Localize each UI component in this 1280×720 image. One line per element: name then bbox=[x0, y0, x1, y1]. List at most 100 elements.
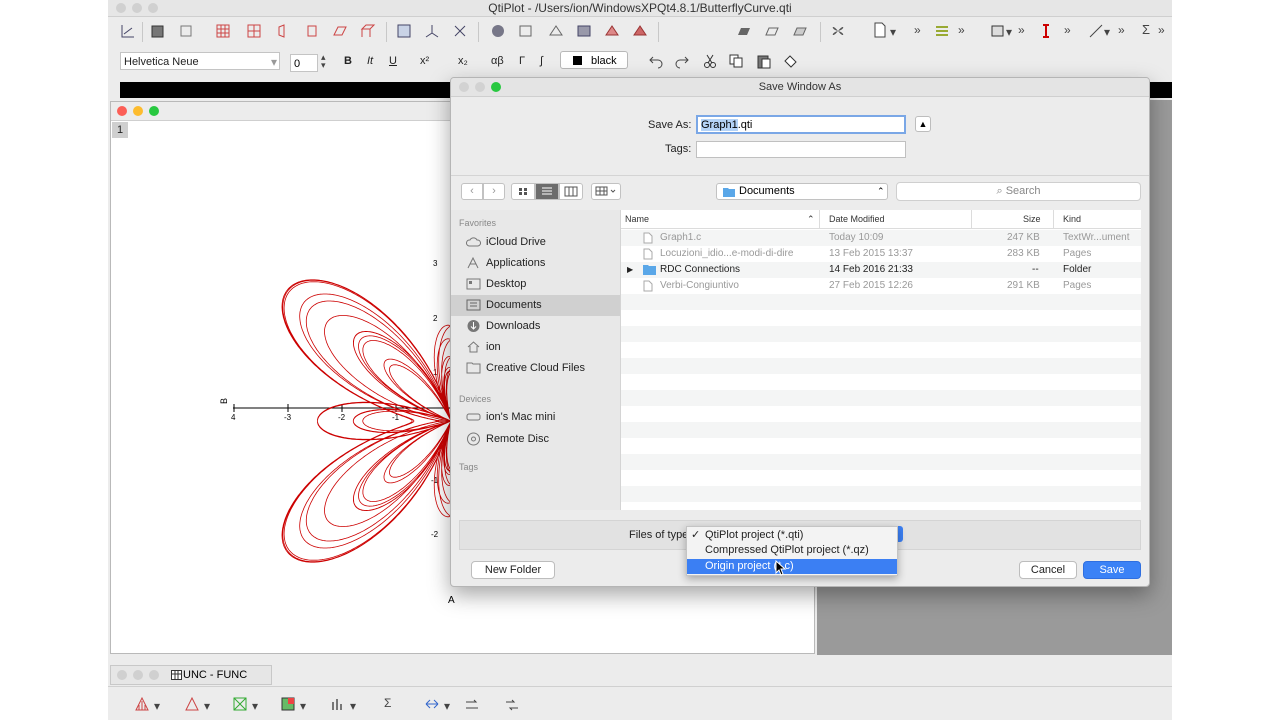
italic-button[interactable]: It bbox=[367, 55, 373, 67]
collapse-dialog-button[interactable]: ▲ bbox=[915, 116, 931, 132]
undo-icon[interactable] bbox=[648, 53, 664, 69]
icon-view-button[interactable] bbox=[511, 183, 535, 200]
grid-3d-icon[interactable] bbox=[246, 23, 262, 39]
floor-grid-icon[interactable] bbox=[332, 23, 348, 39]
zoom-icon[interactable] bbox=[149, 670, 159, 680]
new-folder-button[interactable]: New Folder bbox=[471, 561, 555, 579]
polygon-mesh-icon[interactable] bbox=[632, 23, 648, 39]
greek-button[interactable]: αβ bbox=[491, 55, 504, 67]
close-icon[interactable] bbox=[117, 670, 127, 680]
text-color-button[interactable]: black bbox=[560, 51, 628, 69]
copy-icon[interactable] bbox=[728, 53, 744, 69]
chevron-down-icon[interactable]: ▾ bbox=[300, 699, 306, 713]
file-row[interactable]: Graph1.c Today 10:09 247 KB TextWr...ume… bbox=[621, 230, 1141, 246]
minimize-icon[interactable] bbox=[133, 106, 143, 116]
floor-data-icon[interactable] bbox=[736, 23, 752, 39]
sidebar-item-home[interactable]: ion bbox=[451, 337, 620, 358]
zoom-icon[interactable] bbox=[148, 3, 158, 13]
file-type-option-origin[interactable]: Origin project (*.c) bbox=[687, 559, 897, 574]
close-icon[interactable] bbox=[116, 3, 126, 13]
chevron-down-icon[interactable]: ▾ bbox=[271, 55, 277, 69]
sidebar-item-applications[interactable]: Applications bbox=[451, 253, 620, 274]
sigma-icon[interactable]: Σ bbox=[384, 696, 391, 710]
window-dropdown-icon[interactable]: ▾ bbox=[1006, 25, 1012, 39]
cut-icon[interactable] bbox=[702, 53, 718, 69]
back-grid-icon[interactable] bbox=[304, 23, 320, 39]
grid-icon[interactable] bbox=[215, 23, 231, 39]
mesh-icon[interactable] bbox=[604, 23, 620, 39]
subscript-button[interactable]: x₂ bbox=[458, 55, 468, 67]
fft-icon[interactable] bbox=[184, 696, 200, 712]
sidebar-item-remote-disc[interactable]: Remote Disc bbox=[451, 429, 620, 450]
empty-floor-icon[interactable] bbox=[792, 23, 808, 39]
reset-view-icon[interactable] bbox=[452, 23, 468, 39]
new-page-icon[interactable] bbox=[872, 22, 888, 38]
statistics-icon[interactable] bbox=[330, 696, 346, 712]
line-tool-icon[interactable] bbox=[1088, 23, 1104, 39]
histogram-icon[interactable] bbox=[134, 696, 150, 712]
set-column-values-icon[interactable] bbox=[464, 696, 480, 712]
file-row[interactable]: Verbi-Congiuntivo 27 Feb 2015 12:26 291 … bbox=[621, 278, 1141, 294]
sidebar-item-desktop[interactable]: Desktop bbox=[451, 274, 620, 295]
save-button[interactable]: Save bbox=[1083, 561, 1141, 579]
close-icon[interactable] bbox=[117, 106, 127, 116]
sidebar-item-mac-mini[interactable]: ion's Mac mini bbox=[451, 407, 620, 428]
minimize-icon[interactable] bbox=[133, 670, 143, 680]
font-size-field[interactable]: 0 bbox=[290, 54, 318, 72]
window-icon[interactable] bbox=[990, 23, 1006, 39]
location-select[interactable]: Documents ⌃ bbox=[716, 183, 888, 200]
butterfly-icon[interactable] bbox=[830, 23, 846, 39]
toolbar-overflow-icon[interactable]: » bbox=[1064, 23, 1071, 37]
box-icon[interactable] bbox=[178, 23, 194, 39]
line-dropdown-icon[interactable]: ▾ bbox=[1104, 25, 1110, 39]
column-header-size[interactable]: Size bbox=[1023, 214, 1041, 224]
disclosure-triangle-icon[interactable]: ▶ bbox=[627, 265, 633, 274]
sidebar-item-downloads[interactable]: Downloads bbox=[451, 316, 620, 337]
front-view-icon[interactable] bbox=[396, 23, 412, 39]
filter-icon[interactable] bbox=[232, 696, 248, 712]
close-icon[interactable] bbox=[459, 82, 469, 92]
page-dropdown-icon[interactable]: ▾ bbox=[890, 25, 896, 39]
column-view-button[interactable] bbox=[559, 183, 583, 200]
toolbar-overflow-icon[interactable]: » bbox=[958, 23, 965, 37]
rotate-icon[interactable] bbox=[490, 23, 506, 39]
font-family-select[interactable]: Helvetica Neue bbox=[120, 52, 280, 70]
column-header-date[interactable]: Date Modified bbox=[829, 214, 885, 224]
sidebar-item-icloud-drive[interactable]: iCloud Drive bbox=[451, 232, 620, 253]
column-header-name[interactable]: Name bbox=[625, 214, 649, 224]
zoom-icon[interactable] bbox=[149, 106, 159, 116]
toolbar-overflow-icon[interactable]: » bbox=[1018, 23, 1025, 37]
bold-button[interactable]: B bbox=[344, 55, 352, 67]
floor-isolines-icon[interactable] bbox=[764, 23, 780, 39]
file-row[interactable]: ▶ RDC Connections 14 Feb 2016 21:33 -- F… bbox=[621, 262, 1141, 278]
chevron-down-icon[interactable]: ▾ bbox=[154, 699, 160, 713]
ceiling-grid-icon[interactable] bbox=[360, 23, 376, 39]
clear-icon[interactable] bbox=[782, 53, 798, 69]
left-grid-icon[interactable] bbox=[276, 23, 292, 39]
wireframe-icon[interactable] bbox=[548, 23, 564, 39]
chevron-down-icon[interactable]: ▾ bbox=[204, 699, 210, 713]
perspective-icon[interactable] bbox=[424, 23, 440, 39]
minimized-table-window[interactable]: UNC - FUNC bbox=[110, 665, 272, 685]
superscript-button[interactable]: x² bbox=[420, 55, 429, 67]
font-size-stepper[interactable]: ▴ ▾ bbox=[321, 53, 326, 70]
axes-icon[interactable] bbox=[120, 23, 136, 39]
sidebar-item-documents[interactable]: Documents bbox=[451, 295, 620, 316]
file-type-option-qz[interactable]: Compressed QtiPlot project (*.qz) bbox=[687, 543, 897, 558]
file-row[interactable]: Locuzioni_idio...e-modi-di-dire 13 Feb 2… bbox=[621, 246, 1141, 262]
chevron-down-icon[interactable]: ▾ bbox=[252, 699, 258, 713]
chevron-down-icon[interactable]: ▾ bbox=[444, 699, 450, 713]
uppercase-greek-button[interactable]: Γ bbox=[519, 55, 525, 67]
back-button[interactable]: ‹ bbox=[461, 183, 483, 200]
tags-input[interactable] bbox=[696, 141, 906, 158]
save-as-input[interactable]: Graph1.qti bbox=[696, 115, 906, 134]
math-symbols-button[interactable]: ∫ bbox=[540, 55, 543, 67]
column-header-kind[interactable]: Kind bbox=[1063, 214, 1081, 224]
sidebar-item-creative-cloud-files[interactable]: Creative Cloud Files bbox=[451, 358, 620, 379]
toolbar-overflow-icon[interactable]: » bbox=[1158, 23, 1165, 37]
forward-button[interactable]: › bbox=[483, 183, 505, 200]
normalize-icon[interactable] bbox=[504, 696, 520, 712]
redo-icon[interactable] bbox=[674, 53, 690, 69]
toolbar-overflow-icon[interactable]: » bbox=[914, 23, 921, 37]
sigma-icon[interactable]: Σ bbox=[1142, 22, 1150, 37]
